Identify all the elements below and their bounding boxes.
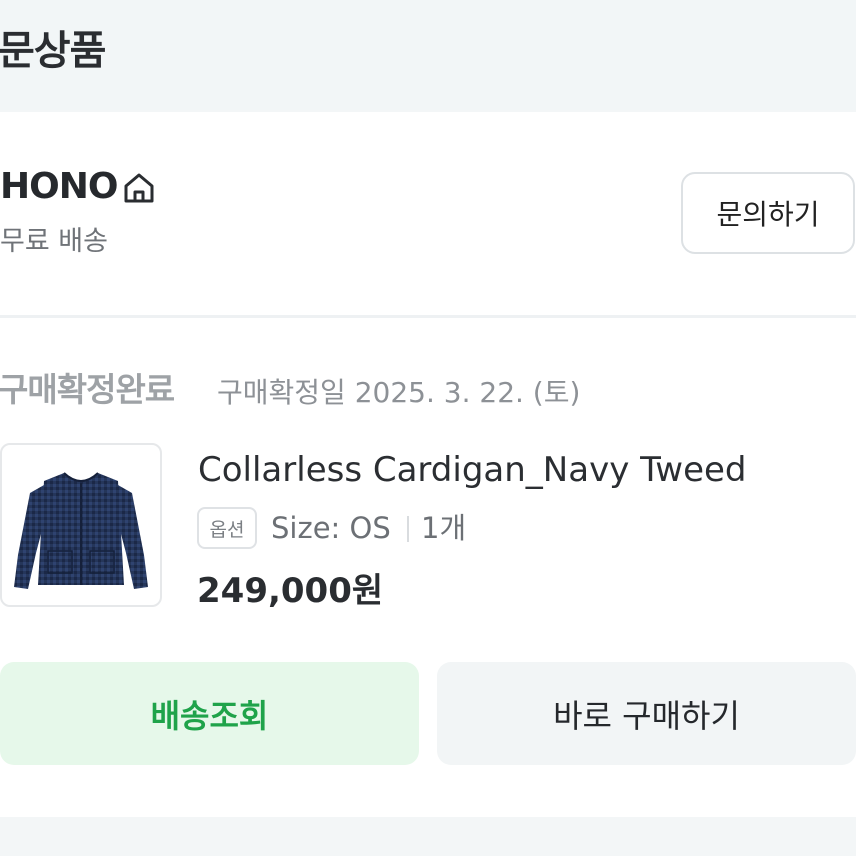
page-header: 문상품	[0, 0, 856, 110]
product-thumbnail[interactable]	[0, 443, 162, 607]
product-price: 249,000원	[197, 571, 384, 611]
navy-cardigan-image	[14, 472, 148, 589]
product-name[interactable]: Collarless Cardigan_Navy Tweed	[198, 446, 746, 494]
option-quantity: 1개	[421, 511, 467, 545]
confirm-date: 구매확정일 2025. 3. 22. (토)	[217, 376, 581, 409]
home-icon[interactable]	[121, 170, 157, 206]
option-separator	[407, 516, 409, 542]
seller-name[interactable]: HONO	[0, 165, 118, 209]
track-shipping-button[interactable]: 배송조회	[0, 662, 419, 765]
buy-again-button[interactable]: 바로 구매하기	[437, 662, 856, 765]
inquiry-button[interactable]: 문의하기	[681, 172, 855, 254]
shipping-info: 무료 배송	[0, 226, 108, 257]
option-badge: 옵션	[197, 507, 257, 549]
order-detail-page: 문상품 HONO 무료 배송 문의하기 구매확정완료 구매확정일 2025. 3…	[0, 0, 856, 856]
order-status: 구매확정완료	[0, 370, 175, 409]
page-title: 문상품	[0, 28, 106, 74]
section-divider	[0, 315, 856, 318]
option-size: Size: OS	[271, 511, 391, 545]
